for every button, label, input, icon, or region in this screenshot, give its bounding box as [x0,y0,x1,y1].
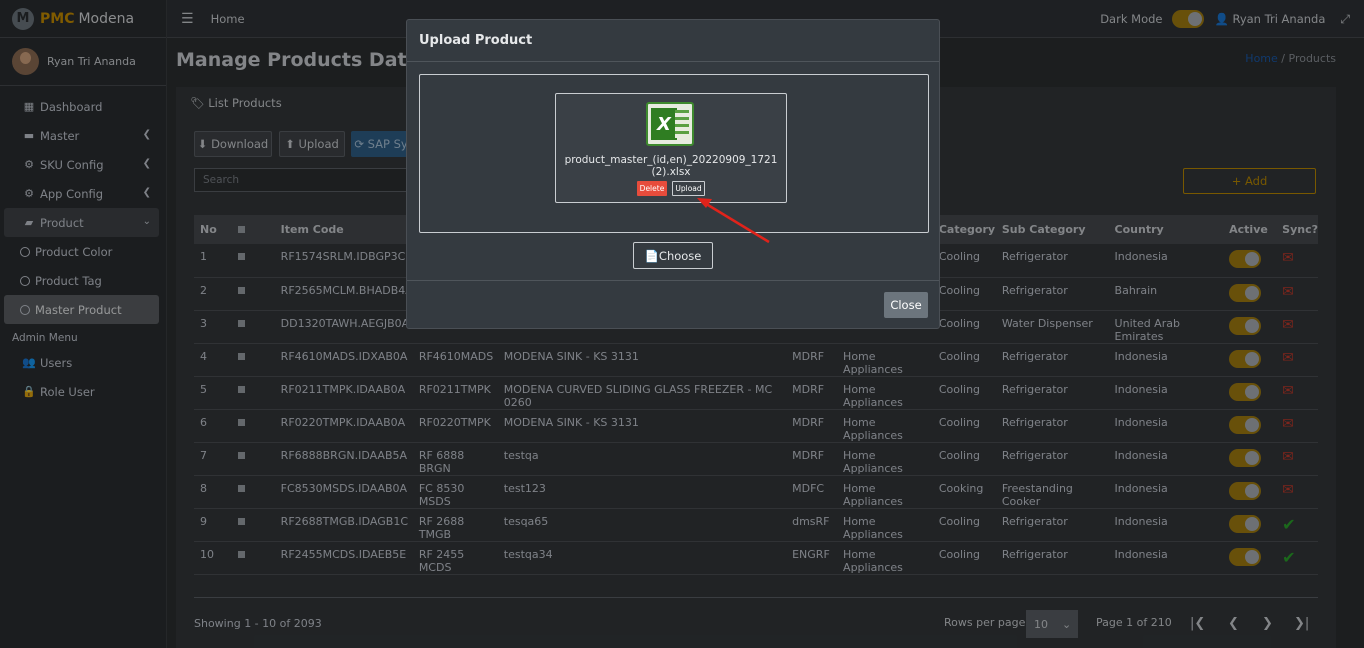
modal-title: Upload Product [419,33,533,48]
excel-file-icon: X [646,102,694,146]
modal-divider [407,61,939,62]
modal-footer-divider [407,280,939,281]
file-name: product_master_(id,en)_20220909_1721 (2)… [564,154,778,178]
file-preview: X product_master_(id,en)_20220909_1721 (… [555,93,787,203]
file-icon: 📄 [644,248,659,263]
choose-file-button[interactable]: 📄 Choose [633,242,713,269]
upload-file-button[interactable]: Upload [672,181,705,196]
file-dropzone[interactable]: X product_master_(id,en)_20220909_1721 (… [419,74,929,233]
upload-product-modal: Upload Product X product_master_(id,en)_… [406,19,940,329]
close-button[interactable]: Close [884,292,928,318]
choose-label: Choose [658,248,702,263]
delete-file-button[interactable]: Delete [637,181,667,196]
